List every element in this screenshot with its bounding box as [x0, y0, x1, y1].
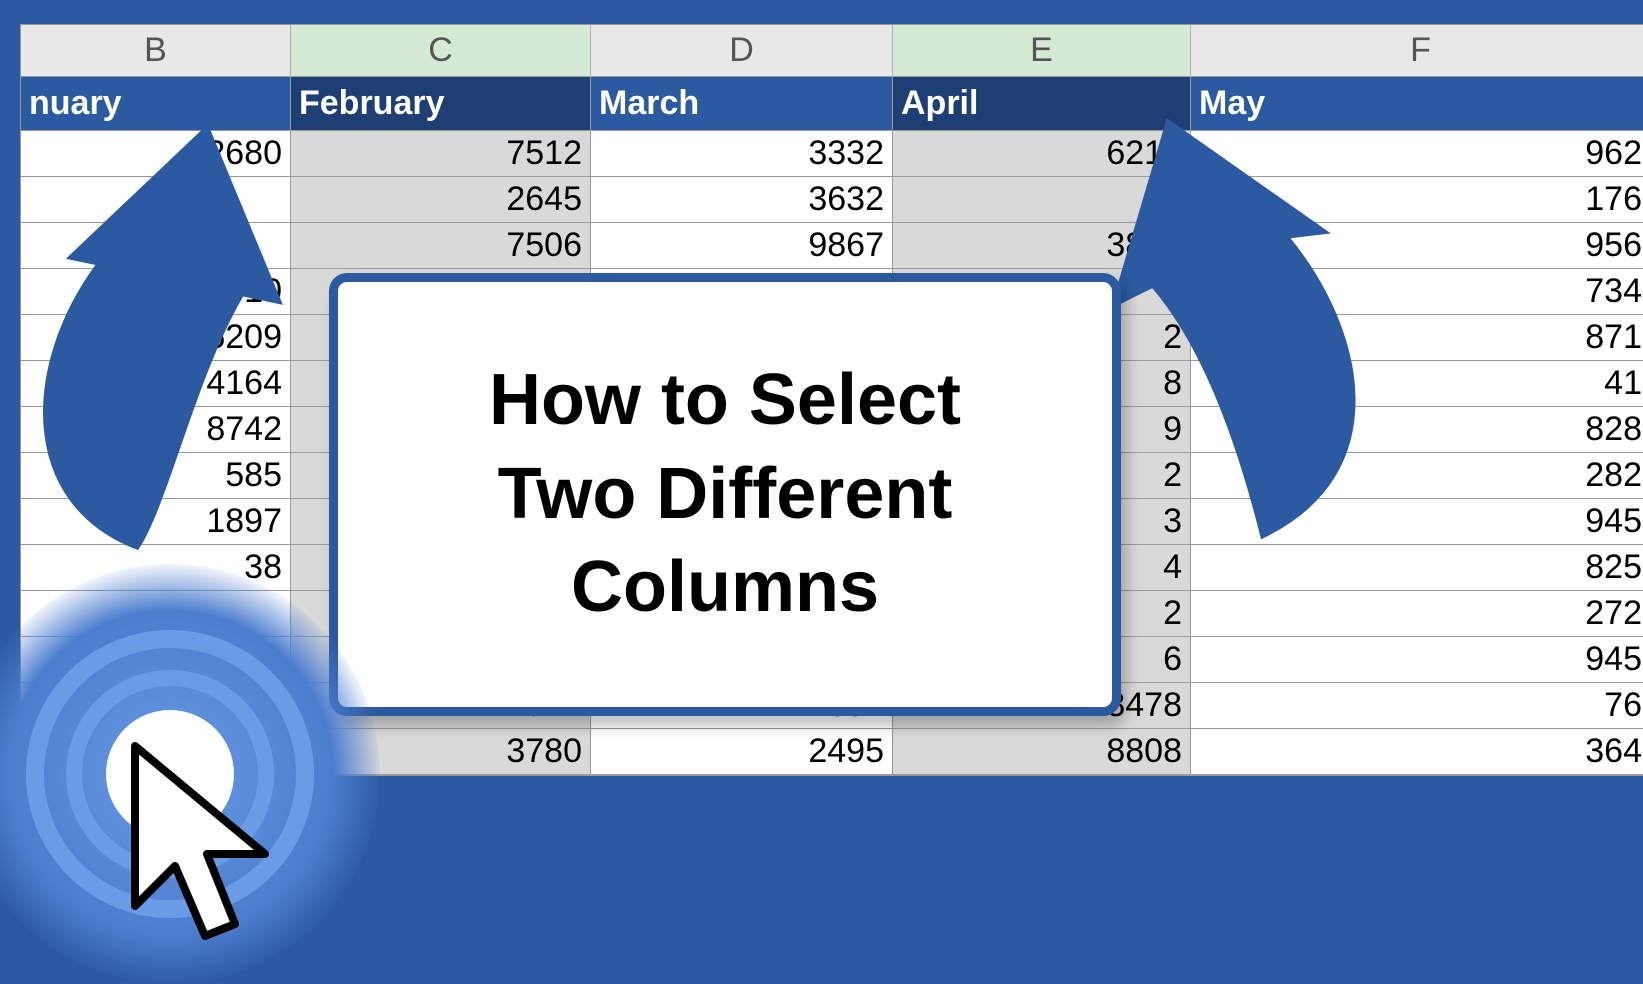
title-line3: Columns	[571, 547, 879, 627]
col-header-d[interactable]: D	[591, 25, 893, 77]
logo	[0, 564, 380, 984]
col-header-b[interactable]: B	[21, 25, 291, 77]
cell[interactable]: 945	[1191, 637, 1643, 683]
header-february[interactable]: February	[291, 77, 591, 131]
cell[interactable]: 3332	[591, 131, 893, 177]
cell[interactable]: 9867	[591, 223, 893, 269]
col-header-f[interactable]: F	[1191, 25, 1643, 77]
cell[interactable]: 272	[1191, 591, 1643, 637]
cell[interactable]: 8808	[893, 729, 1191, 775]
cell[interactable]: 76	[1191, 683, 1643, 729]
cell[interactable]: 364	[1191, 729, 1643, 775]
cell[interactable]: 2645	[291, 177, 591, 223]
arrow-left-icon	[22, 110, 302, 570]
header-march[interactable]: March	[591, 77, 893, 131]
cell[interactable]: 2495	[591, 729, 893, 775]
title-text: How to Select Two Different Columns	[489, 354, 961, 635]
column-header-row: B C D E F	[21, 25, 1642, 77]
title-line2: Two Different	[498, 454, 953, 534]
cursor-icon	[115, 736, 305, 956]
cell[interactable]: 7512	[291, 131, 591, 177]
cell[interactable]: 3632	[591, 177, 893, 223]
title-line1: How to Select	[489, 360, 961, 440]
cell[interactable]: 7506	[291, 223, 591, 269]
col-header-c[interactable]: C	[291, 25, 591, 77]
col-header-e[interactable]: E	[893, 25, 1191, 77]
title-card: How to Select Two Different Columns	[329, 273, 1121, 716]
